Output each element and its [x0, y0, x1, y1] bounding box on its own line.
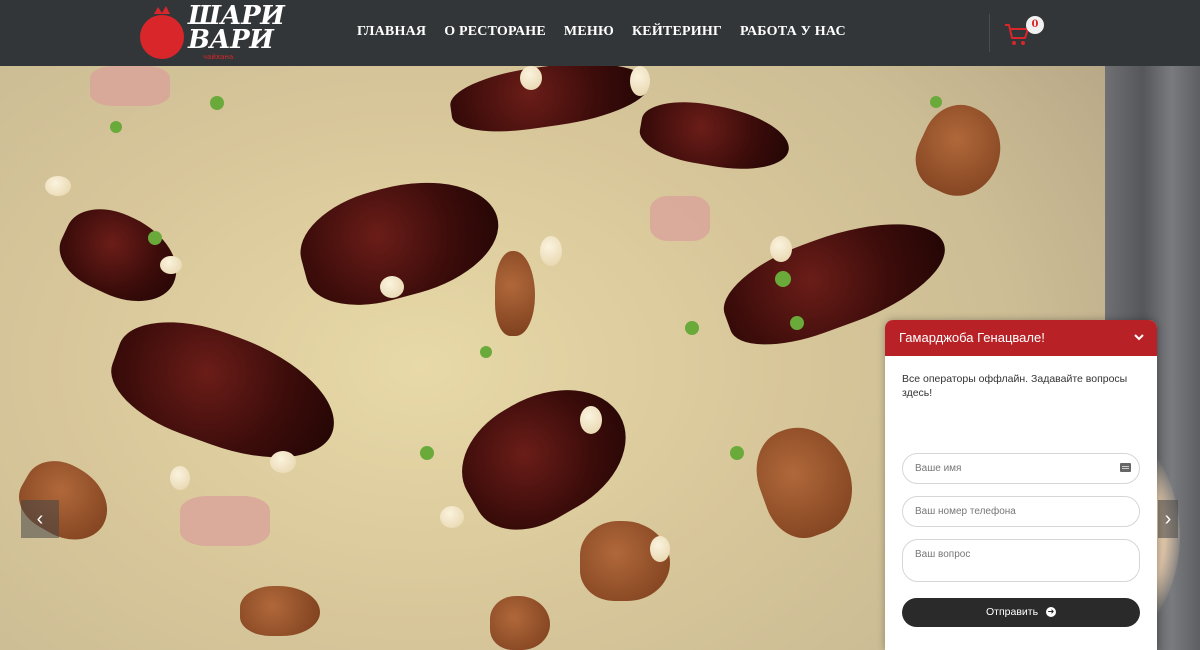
nav-item-careers[interactable]: РАБОТА У НАС — [740, 24, 846, 40]
slider-prev-button[interactable]: ‹ — [21, 500, 59, 538]
chevron-left-icon: ‹ — [36, 508, 44, 530]
chat-widget: Гамарджоба Генацвале! Все операторы оффл… — [885, 320, 1157, 650]
slider-next-button[interactable]: › — [1158, 500, 1178, 538]
pizza-topping — [650, 536, 670, 562]
cart-count-badge: 0 — [1026, 16, 1044, 34]
nav-item-about[interactable]: О РЕСТОРАНЕ — [444, 24, 546, 40]
pizza-topping — [790, 316, 804, 330]
pizza-topping — [650, 196, 710, 241]
pizza-topping — [45, 176, 71, 196]
send-button[interactable]: Отправить ➜ — [902, 598, 1140, 627]
logo-subtitle: чайхана — [203, 53, 234, 61]
nav-item-catering[interactable]: КЕЙТЕРИНГ — [632, 24, 722, 40]
pizza-topping — [904, 93, 1016, 209]
pizza-topping — [743, 413, 867, 549]
logo-line2: ВАРИ — [188, 25, 274, 55]
pizza-topping — [180, 496, 270, 546]
pizza-topping — [930, 96, 942, 108]
chat-offline-message: Все операторы оффлайн. Задавайте вопросы… — [902, 373, 1128, 399]
name-field[interactable]: Ваше имя — [902, 453, 1140, 484]
main-nav: ГЛАВНАЯ О РЕСТОРАНЕ МЕНЮ КЕЙТЕРИНГ РАБОТ… — [357, 24, 846, 40]
pomegranate-icon — [140, 6, 184, 59]
arrow-right-icon: ➜ — [1046, 607, 1056, 618]
pizza-topping — [540, 236, 562, 266]
nav-item-menu[interactable]: МЕНЮ — [564, 24, 614, 40]
pizza-topping — [635, 93, 795, 179]
question-field[interactable]: Ваш вопрос — [902, 539, 1140, 582]
chevron-down-icon[interactable] — [1133, 331, 1145, 343]
pizza-topping — [98, 299, 352, 483]
pizza-topping — [770, 236, 792, 262]
pizza-topping — [289, 161, 511, 321]
pizza-topping — [446, 66, 654, 140]
pizza-topping — [380, 276, 404, 298]
chevron-right-icon: › — [1164, 508, 1172, 530]
pizza-topping — [490, 596, 550, 650]
cart-button[interactable]: 0 — [1004, 16, 1044, 48]
logo-text: ШАРИ ВАРИ — [188, 3, 285, 55]
site-header: ШАРИ ВАРИ чайхана ГЛАВНАЯ О РЕСТОРАНЕ МЕ… — [0, 0, 1200, 66]
pizza-topping — [580, 406, 602, 434]
pizza-topping — [210, 96, 224, 110]
pizza-topping — [775, 271, 791, 287]
pizza-topping — [240, 586, 320, 636]
pizza-topping — [495, 251, 535, 336]
pizza-topping — [480, 346, 492, 358]
pizza-topping — [420, 446, 434, 460]
phone-placeholder: Ваш номер телефона — [915, 506, 1016, 517]
send-label: Отправить — [986, 606, 1039, 618]
nav-item-home[interactable]: ГЛАВНАЯ — [357, 24, 426, 40]
question-placeholder: Ваш вопрос — [915, 549, 971, 560]
name-placeholder: Ваше имя — [915, 463, 962, 474]
chat-header[interactable]: Гамарджоба Генацвале! — [885, 320, 1157, 356]
chat-title: Гамарджоба Генацвале! — [899, 330, 1045, 345]
pizza-topping — [90, 66, 170, 106]
pizza-topping — [270, 451, 296, 473]
contact-card-icon[interactable] — [1120, 463, 1131, 472]
logo[interactable]: ШАРИ ВАРИ чайхана — [140, 3, 285, 62]
pizza-topping — [440, 506, 464, 528]
pizza-topping — [160, 256, 182, 274]
pizza-topping — [170, 466, 190, 490]
pizza-topping — [630, 66, 650, 96]
header-divider — [989, 14, 990, 52]
pizza-topping — [520, 66, 542, 90]
pizza-topping — [148, 231, 162, 245]
phone-field[interactable]: Ваш номер телефона — [902, 496, 1140, 527]
pizza-topping — [685, 321, 699, 335]
pizza-topping — [110, 121, 122, 133]
pizza-topping — [730, 446, 744, 460]
